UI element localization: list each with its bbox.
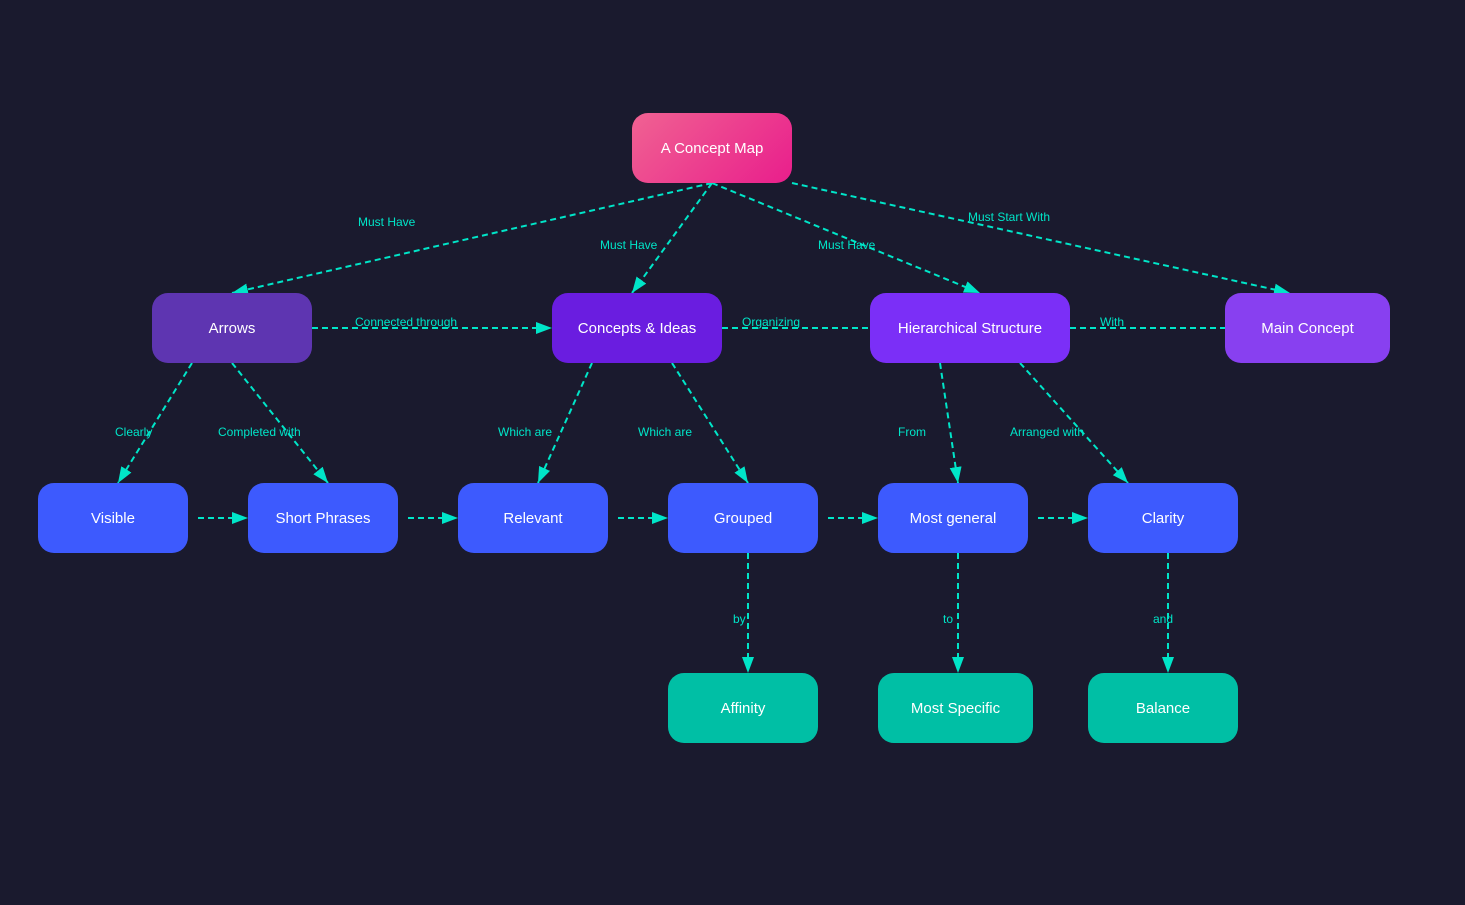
edge-label-which-are-1: Which are xyxy=(498,425,552,439)
edge-label-which-are-2: Which are xyxy=(638,425,692,439)
node-short-phrases[interactable]: Short Phrases xyxy=(248,483,398,553)
node-concept-map[interactable]: A Concept Map xyxy=(632,113,792,183)
edge-label-must-start-with: Must Start With xyxy=(968,210,1050,224)
node-most-specific[interactable]: Most Specific xyxy=(878,673,1033,743)
edge-label-by: by xyxy=(733,612,746,626)
edge-label-must-have-3: Must Have xyxy=(818,238,875,252)
node-concepts-ideas[interactable]: Concepts & Ideas xyxy=(552,293,722,363)
node-most-general[interactable]: Most general xyxy=(878,483,1028,553)
edge-label-must-have-1: Must Have xyxy=(358,215,415,229)
edge-label-must-have-2: Must Have xyxy=(600,238,657,252)
edge-label-clearly: Clearly xyxy=(115,425,152,439)
edge-label-with: With xyxy=(1100,315,1124,329)
node-affinity[interactable]: Affinity xyxy=(668,673,818,743)
node-clarity[interactable]: Clarity xyxy=(1088,483,1238,553)
concept-map: A Concept Map Arrows Concepts & Ideas Hi… xyxy=(0,0,1465,905)
edge-label-and: and xyxy=(1153,612,1173,626)
edge-label-organizing: Organizing xyxy=(742,315,800,329)
edge-label-completed-with: Completed with xyxy=(218,425,301,439)
node-grouped[interactable]: Grouped xyxy=(668,483,818,553)
node-balance[interactable]: Balance xyxy=(1088,673,1238,743)
edge-label-from: From xyxy=(898,425,926,439)
node-relevant[interactable]: Relevant xyxy=(458,483,608,553)
node-visible[interactable]: Visible xyxy=(38,483,188,553)
edge-label-to: to xyxy=(943,612,953,626)
node-arrows[interactable]: Arrows xyxy=(152,293,312,363)
edge-label-arranged-with: Arranged with xyxy=(1010,425,1084,439)
node-hierarchical[interactable]: Hierarchical Structure xyxy=(870,293,1070,363)
node-main-concept[interactable]: Main Concept xyxy=(1225,293,1390,363)
edge-label-connected-through: Connected through xyxy=(355,315,457,329)
